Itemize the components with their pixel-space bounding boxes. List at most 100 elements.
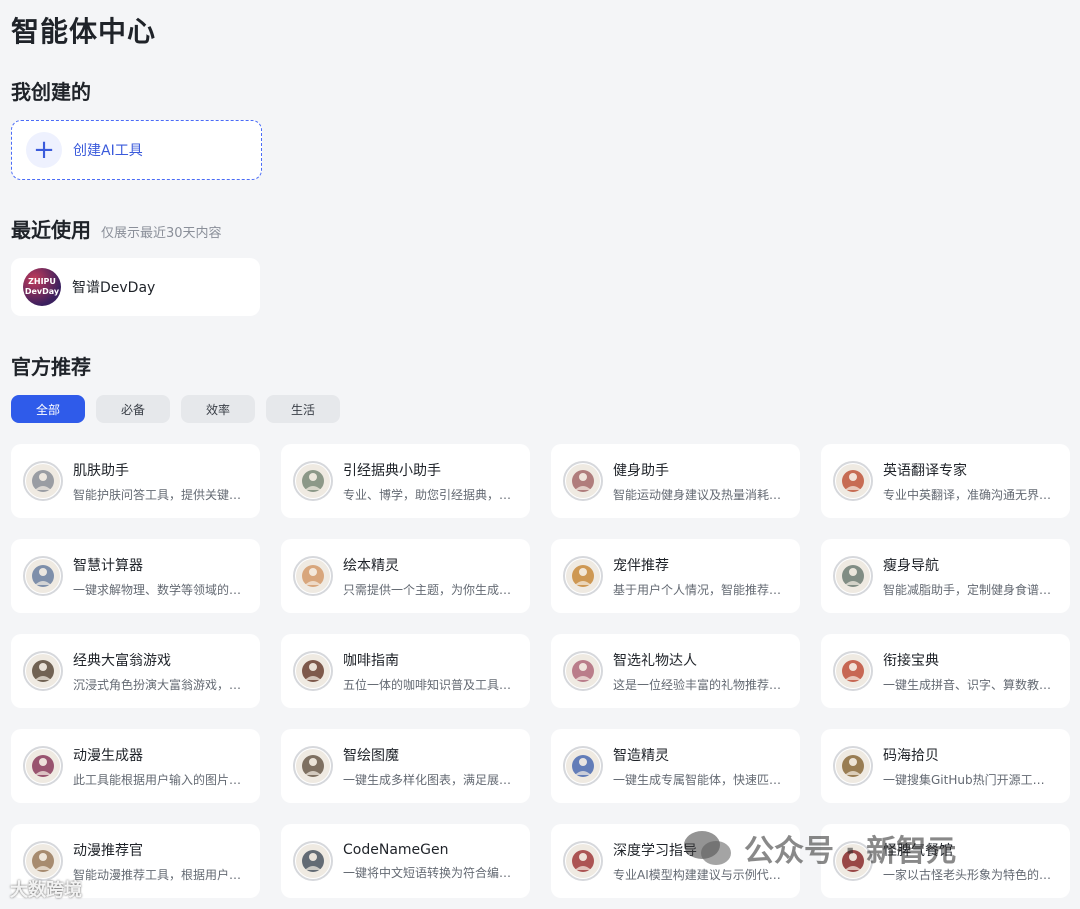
agent-card[interactable]: 智慧计算器一键求解物理、数学等领域的… [11,539,260,613]
calculator-avatar-icon [23,556,63,596]
github-avatar-icon [833,746,873,786]
create-ai-tool-button[interactable]: + 创建AI工具 [11,120,262,180]
agent-description: 只需提供一个主题，为你生成… [343,582,512,597]
anime-rec-avatar-icon [23,841,63,881]
slim-avatar-icon [833,556,873,596]
recent-section-title: 最近使用 [11,218,91,242]
translate-avatar-icon [833,461,873,501]
agent-description: 一键求解物理、数学等领域的… [73,582,242,597]
agent-card[interactable]: 引经据典小助手专业、博学，助您引经据典，… [281,444,530,518]
logo-line-1: ZHIPU [28,277,56,286]
agent-name: 咖啡指南 [343,652,399,669]
tab-all[interactable]: 全部 [11,395,85,423]
agent-card[interactable]: 健身助手智能运动健身建议及热量消耗… [551,444,800,518]
agent-card[interactable]: 智选礼物达人这是一位经验丰富的礼物推荐… [551,634,800,708]
codename-avatar-icon [293,841,333,881]
recent-item-name: 智谱DevDay [72,280,156,296]
monopoly-avatar-icon [23,651,63,691]
pet-avatar-icon [563,556,603,596]
deep-learning-avatar-icon [563,841,603,881]
textbook-avatar-icon [833,651,873,691]
agent-card[interactable]: 深度学习指导专业AI模型构建建议与示例代… [551,824,800,898]
agent-card[interactable]: 码海拾贝一键搜集GitHub热门开源工… [821,729,1070,803]
agent-card[interactable]: 经典大富翁游戏沉浸式角色扮演大富翁游戏，… [11,634,260,708]
agent-card[interactable]: CodeNameGen 一键将中文短语转换为符合编… [281,824,530,898]
agent-description: 专业AI模型构建建议与示例代… [613,867,781,882]
agent-name: 肌肤助手 [73,462,129,479]
agent-name: 智选礼物达人 [613,652,697,669]
agent-card[interactable]: 瘦身导航智能减脂助手，定制健身食谱… [821,539,1070,613]
fitness-avatar-icon [563,461,603,501]
agent-builder-avatar-icon [563,746,603,786]
agent-description: 智能护肤问答工具，提供关键… [73,487,242,502]
agent-description: 专业中英翻译，准确沟通无界… [883,487,1052,502]
agent-name: 瘦身导航 [883,557,939,574]
agent-card[interactable]: 怪脾气餐馆一家以古怪老头形象为特色的… [821,824,1070,898]
agent-description: 一键将中文短语转换为符合编… [343,865,512,880]
agent-card[interactable]: 宠伴推荐基于用户个人情况，智能推荐… [551,539,800,613]
agent-name: 智造精灵 [613,747,669,764]
agent-name: 动漫生成器 [73,747,143,764]
agent-name: 码海拾贝 [883,747,939,764]
agent-center-page: 智能体中心 我创建的 + 创建AI工具 最近使用 仅展示最近30天内容 ZHIPU… [0,0,1080,909]
agent-name: 衔接宝典 [883,652,939,669]
category-tabs: 全部 必备 效率 生活 [11,395,340,423]
agent-card[interactable]: 英语翻译专家专业中英翻译，准确沟通无界… [821,444,1070,518]
agent-name: 智慧计算器 [73,557,143,574]
agent-description: 一键生成拼音、识字、算数教… [883,677,1052,692]
tab-efficiency[interactable]: 效率 [181,395,255,423]
agent-card[interactable]: 智造精灵一键生成专属智能体，快速匹… [551,729,800,803]
agent-card[interactable]: 绘本精灵只需提供一个主题，为你生成… [281,539,530,613]
recent-section-subtitle: 仅展示最近30天内容 [101,226,222,241]
agent-description: 基于用户个人情况，智能推荐… [613,582,782,597]
agent-card[interactable]: 肌肤助手智能护肤问答工具，提供关键… [11,444,260,518]
agent-name: 健身助手 [613,462,669,479]
recent-item-zhipu-devday[interactable]: ZHIPU DevDay 智谱DevDay [11,258,260,316]
agent-name: 英语翻译专家 [883,462,967,479]
create-ai-tool-label: 创建AI工具 [73,143,143,159]
agent-name: CodeNameGen [343,841,449,858]
recent-section-header: 最近使用 仅展示最近30天内容 [11,214,222,243]
page-title: 智能体中心 [11,15,157,48]
agent-name: 经典大富翁游戏 [73,652,171,669]
agent-description: 沉浸式角色扮演大富翁游戏，… [73,677,242,692]
agent-card[interactable]: 衔接宝典一键生成拼音、识字、算数教… [821,634,1070,708]
agent-description: 一键搜集GitHub热门开源工… [883,772,1045,787]
agent-card[interactable]: 动漫生成器此工具能根据用户输入的图片… [11,729,260,803]
anime-gen-avatar-icon [23,746,63,786]
skin-avatar-icon [23,461,63,501]
tab-essential[interactable]: 必备 [96,395,170,423]
agent-description: 此工具能根据用户输入的图片… [73,772,242,787]
mountain-avatar-icon [293,461,333,501]
zhipu-devday-logo-icon: ZHIPU DevDay [23,268,61,306]
gift-avatar-icon [563,651,603,691]
agent-description: 一键生成多样化图表，满足展… [343,772,512,787]
agent-description: 这是一位经验丰富的礼物推荐… [613,677,782,692]
mine-section-title: 我创建的 [11,80,91,104]
agent-description: 专业、博学，助您引经据典，… [343,487,512,502]
agent-description: 一家以古怪老头形象为特色的… [883,867,1052,882]
coffee-avatar-icon [293,651,333,691]
agent-name: 动漫推荐官 [73,842,143,859]
plus-icon: + [26,132,62,168]
agent-name: 绘本精灵 [343,557,399,574]
agent-description: 智能动漫推荐工具，根据用户… [73,867,242,882]
agent-description: 智能减脂助手，定制健身食谱… [883,582,1052,597]
agent-card-grid: 肌肤助手智能护肤问答工具，提供关键… 引经据典小助手专业、博学，助您引经据典，… 健… [11,444,1070,898]
agent-name: 引经据典小助手 [343,462,441,479]
picturebook-avatar-icon [293,556,333,596]
agent-card[interactable]: 智绘图魔一键生成多样化图表，满足展… [281,729,530,803]
agent-name: 宠伴推荐 [613,557,669,574]
logo-line-2: DevDay [24,287,60,296]
agent-name: 深度学习指导 [613,842,697,859]
agent-description: 智能运动健身建议及热量消耗… [613,487,782,502]
official-section-title: 官方推荐 [11,355,91,379]
tab-life[interactable]: 生活 [266,395,340,423]
agent-description: 一键生成专属智能体，快速匹… [613,772,782,787]
agent-card[interactable]: 咖啡指南五位一体的咖啡知识普及工具… [281,634,530,708]
agent-description: 五位一体的咖啡知识普及工具… [343,677,512,692]
chart-wizard-avatar-icon [293,746,333,786]
agent-name: 怪脾气餐馆 [883,842,953,859]
agent-name: 智绘图魔 [343,747,399,764]
agent-card[interactable]: 动漫推荐官智能动漫推荐工具，根据用户… [11,824,260,898]
